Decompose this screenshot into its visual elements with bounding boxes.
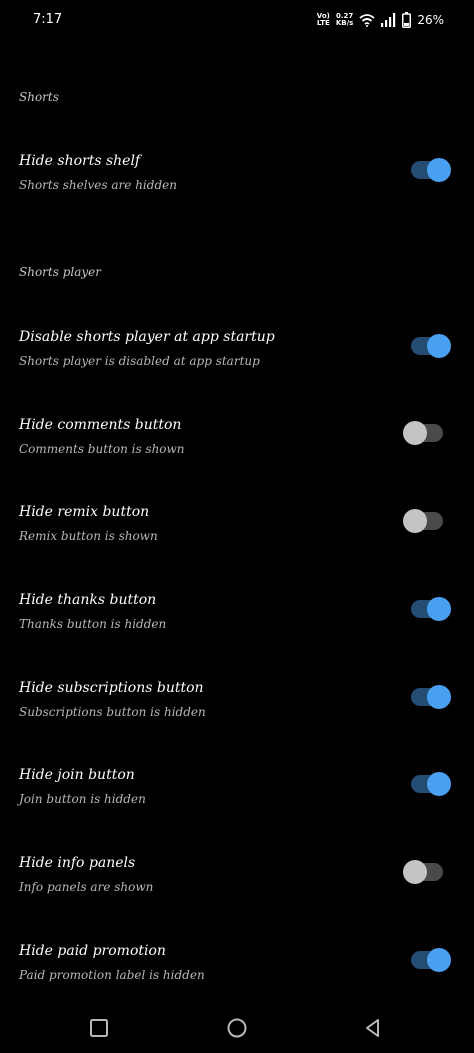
toggle-thumb	[427, 158, 451, 182]
home-circle-icon[interactable]	[226, 1017, 248, 1039]
setting-title: Hide remix button	[19, 504, 150, 520]
toggle-switch[interactable]	[403, 595, 451, 623]
setting-title: Hide paid promotion	[19, 943, 166, 959]
setting-row-hide-paid-promotion[interactable]: Hide paid promotion Paid promotion label…	[0, 943, 474, 1003]
setting-summary: Join button is hidden	[19, 792, 146, 806]
battery-percent: 26%	[417, 13, 444, 27]
back-triangle-icon[interactable]	[362, 1017, 384, 1039]
network-speed-unit: KB/s	[335, 19, 354, 27]
network-speed: 0.27 KB/s	[336, 13, 353, 27]
setting-row-hide-shorts-shelf[interactable]: Hide shorts shelf Shorts shelves are hid…	[0, 153, 474, 213]
setting-summary: Shorts player is disabled at app startup	[19, 354, 260, 368]
setting-title: Hide comments button	[19, 417, 182, 433]
toggle-thumb	[427, 772, 451, 796]
section-header-shorts: Shorts	[19, 90, 59, 104]
navigation-bar	[0, 1003, 474, 1053]
setting-title: Disable shorts player at app startup	[19, 329, 275, 345]
volte-bottom-label: LTE	[316, 19, 330, 27]
toggle-switch[interactable]	[403, 507, 451, 535]
setting-title: Hide info panels	[19, 855, 136, 871]
toggle-switch[interactable]	[403, 419, 451, 447]
toggle-thumb	[427, 948, 451, 972]
toggle-switch[interactable]	[403, 946, 451, 974]
toggle-thumb	[403, 421, 427, 445]
setting-row-hide-join-button[interactable]: Hide join button Join button is hidden	[0, 767, 474, 827]
toggle-switch[interactable]	[403, 683, 451, 711]
battery-icon	[402, 12, 412, 28]
signal-icon	[381, 13, 396, 27]
section-header-shorts-player: Shorts player	[19, 265, 101, 279]
setting-summary: Info panels are shown	[19, 880, 154, 894]
screen: 7:17 Vo) LTE 0.27 KB/s 26% Shorts Hide s…	[0, 0, 474, 1053]
setting-summary: Remix button is shown	[19, 529, 158, 543]
setting-title: Hide thanks button	[19, 592, 157, 608]
toggle-thumb	[427, 597, 451, 621]
status-bar: 7:17 Vo) LTE 0.27 KB/s 26%	[0, 0, 474, 40]
toggle-switch[interactable]	[403, 770, 451, 798]
toggle-thumb	[427, 685, 451, 709]
status-time: 7:17	[33, 12, 63, 27]
wifi-icon	[359, 14, 375, 27]
setting-summary: Paid promotion label is hidden	[19, 968, 205, 982]
setting-summary: Thanks button is hidden	[19, 617, 167, 631]
toggle-thumb	[427, 334, 451, 358]
setting-title: Hide subscriptions button	[19, 680, 204, 696]
setting-title: Hide shorts shelf	[19, 153, 141, 169]
setting-summary: Comments button is shown	[19, 442, 185, 456]
toggle-switch[interactable]	[403, 156, 451, 184]
setting-row-hide-remix-button[interactable]: Hide remix button Remix button is shown	[0, 504, 474, 564]
toggle-thumb	[403, 509, 427, 533]
setting-title: Hide join button	[19, 767, 135, 783]
toggle-thumb	[403, 860, 427, 884]
toggle-switch[interactable]	[403, 332, 451, 360]
setting-row-hide-subscriptions-button[interactable]: Hide subscriptions button Subscriptions …	[0, 680, 474, 740]
recents-square-icon[interactable]	[88, 1017, 110, 1039]
volte-icon: Vo) LTE	[317, 13, 330, 27]
setting-summary: Shorts shelves are hidden	[19, 178, 177, 192]
setting-row-disable-shorts-player[interactable]: Disable shorts player at app startup Sho…	[0, 329, 474, 389]
status-icons: Vo) LTE 0.27 KB/s 26%	[317, 10, 444, 30]
setting-summary: Subscriptions button is hidden	[19, 705, 206, 719]
setting-row-hide-thanks-button[interactable]: Hide thanks button Thanks button is hidd…	[0, 592, 474, 652]
setting-row-hide-comments-button[interactable]: Hide comments button Comments button is …	[0, 417, 474, 477]
toggle-switch[interactable]	[403, 858, 451, 886]
setting-row-hide-info-panels[interactable]: Hide info panels Info panels are shown	[0, 855, 474, 915]
